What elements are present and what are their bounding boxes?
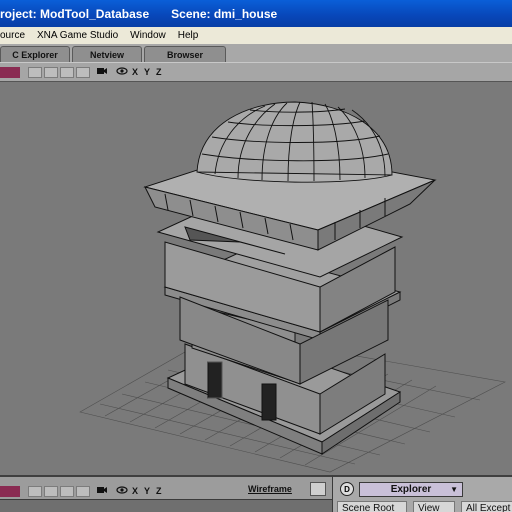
toolbar-slot-2[interactable]: [44, 66, 58, 78]
bottom-toolbar-slot-2[interactable]: [44, 485, 58, 497]
house-dome: [196, 101, 393, 183]
wireframe-model: [79, 101, 506, 473]
axis-z-toggle[interactable]: Z: [156, 67, 162, 77]
display-mode-wireframe[interactable]: Wireframe: [248, 484, 292, 494]
axis-y-toggle[interactable]: Y: [144, 67, 150, 77]
tab-explorer[interactable]: C Explorer: [0, 46, 70, 62]
explorer-dropdown-label: Explorer: [390, 484, 432, 495]
menu-item-xna-game-studio[interactable]: XNA Game Studio: [37, 30, 118, 41]
bottom-axis-z-toggle[interactable]: Z: [156, 486, 162, 496]
bottom-toolbar-slot-1[interactable]: [28, 485, 42, 497]
menu-item-source[interactable]: ource: [0, 30, 25, 41]
bottom-axis-x-toggle[interactable]: X: [132, 486, 138, 496]
bottom-viewport-header: X Y Z Wireframe: [0, 475, 332, 512]
bottom-viewport-menu-button[interactable]: [0, 485, 20, 497]
chevron-down-icon: ▼: [450, 485, 458, 494]
menu-item-help[interactable]: Help: [178, 30, 199, 41]
window-titlebar: roject: ModTool_Database Scene: dmi_hous…: [0, 0, 512, 27]
eye-icon[interactable]: [116, 485, 128, 498]
explorer-panel: D Explorer ▼ Scene Root View All Except: [332, 475, 512, 512]
bottom-toolbar-slot-3[interactable]: [60, 485, 74, 497]
scene-root-button[interactable]: Scene Root: [337, 501, 407, 512]
window-title-project: roject: ModTool_Database: [0, 6, 150, 21]
camera-icon[interactable]: [96, 66, 108, 79]
view-button[interactable]: View: [413, 501, 455, 512]
camera-icon[interactable]: [96, 485, 108, 498]
panel-tab-row: C Explorer Netview Browser: [0, 44, 512, 62]
toolbar-slot-3[interactable]: [60, 66, 74, 78]
toolbar-slot-1[interactable]: [28, 66, 42, 78]
explorer-dropdown[interactable]: Explorer ▼: [359, 482, 463, 497]
all-except-button[interactable]: All Except: [461, 501, 512, 512]
menu-bar: ource XNA Game Studio Window Help: [0, 27, 512, 44]
viewport-toolbar: X Y Z: [0, 62, 512, 82]
3d-viewport[interactable]: [0, 82, 512, 475]
axis-x-toggle[interactable]: X: [132, 67, 138, 77]
toolbar-slot-4[interactable]: [76, 66, 90, 78]
explorer-d-badge[interactable]: D: [340, 482, 354, 496]
tab-netview[interactable]: Netview: [72, 46, 142, 62]
window-title-scene: Scene: dmi_house: [171, 6, 278, 21]
bottom-toolbar-slot-4[interactable]: [76, 485, 90, 497]
menu-item-window[interactable]: Window: [130, 30, 166, 41]
bottom-viewport-maximize-button[interactable]: [310, 482, 326, 496]
eye-icon[interactable]: [116, 66, 128, 79]
bottom-viewport-area[interactable]: [0, 499, 332, 512]
tab-browser[interactable]: Browser: [144, 46, 226, 62]
bottom-axis-y-toggle[interactable]: Y: [144, 486, 150, 496]
viewport-menu-button[interactable]: [0, 66, 20, 78]
